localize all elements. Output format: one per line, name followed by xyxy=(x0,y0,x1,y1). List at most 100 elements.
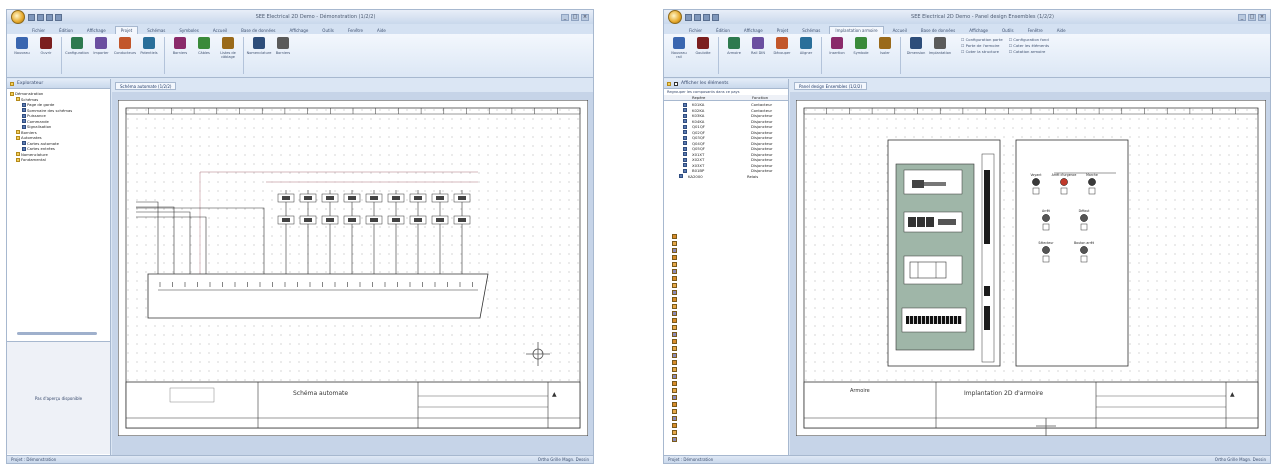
ribbon-option[interactable]: ☐ Porte de l'armoire xyxy=(961,43,1003,48)
ribbon-button[interactable]: Borniers xyxy=(272,37,294,74)
ribbon-tab[interactable]: Aide xyxy=(372,27,391,34)
component-type-icon[interactable] xyxy=(672,276,677,281)
ribbon-option[interactable]: ☐ Configuration fond xyxy=(1009,37,1051,42)
component-type-icon[interactable] xyxy=(672,346,677,351)
component-type-icon[interactable] xyxy=(672,374,677,379)
minimize-button[interactable]: _ xyxy=(1238,13,1246,21)
component-type-icon[interactable] xyxy=(672,332,677,337)
ribbon-button[interactable]: Configuration xyxy=(65,37,89,74)
document-tab[interactable]: Schéma automate (1/2/2) xyxy=(115,82,177,90)
component-type-icon[interactable] xyxy=(672,437,677,442)
component-type-icon[interactable] xyxy=(672,395,677,400)
ribbon-option[interactable]: ☐ Coter les éléments xyxy=(1009,43,1051,48)
document-tab[interactable]: Panel design Ensembles (1/2/2) xyxy=(794,82,868,90)
ribbon-button[interactable]: Insertion xyxy=(826,37,848,74)
ribbon-tab[interactable]: Outils xyxy=(997,27,1019,34)
ribbon-option[interactable]: ☐ Cotation armoire xyxy=(1009,49,1051,54)
drawing-canvas[interactable]: Voyant Arrêt d'urgence Marche Arrêt Défaut Sé… xyxy=(790,92,1270,456)
ribbon-option[interactable]: ☐ Configuration porte xyxy=(961,37,1003,42)
ribbon-button[interactable]: Aligner xyxy=(795,37,817,74)
qat-redo-icon[interactable] xyxy=(703,13,710,21)
ribbon-button[interactable]: Armoire xyxy=(723,37,745,74)
ribbon-tab[interactable]: Schémas xyxy=(142,27,170,34)
ribbon-tab[interactable]: Projet xyxy=(772,27,794,34)
app-menu-orb[interactable] xyxy=(11,10,25,24)
component-type-icon[interactable] xyxy=(672,430,677,435)
ribbon-tab[interactable]: Affichage xyxy=(82,27,111,34)
ribbon-option[interactable]: ☐ Coter la structure xyxy=(961,49,1003,54)
component-type-icon[interactable] xyxy=(672,367,677,372)
component-type-icon[interactable] xyxy=(672,318,677,323)
ribbon-tab[interactable]: Implantation armoire xyxy=(829,26,884,34)
component-type-icon[interactable] xyxy=(672,283,677,288)
list-header-function[interactable]: Fonction xyxy=(752,95,768,100)
ribbon-tab[interactable]: Aide xyxy=(1052,27,1071,34)
qat-save-icon[interactable] xyxy=(685,13,692,21)
component-type-icon[interactable] xyxy=(672,248,677,253)
ribbon-tab[interactable]: Accueil xyxy=(888,27,912,34)
component-type-icon[interactable] xyxy=(672,402,677,407)
ribbon-tab[interactable]: Fichier xyxy=(27,27,50,34)
ribbon-tab[interactable]: Projet xyxy=(114,26,139,34)
component-type-icon[interactable] xyxy=(672,269,677,274)
component-type-icon[interactable] xyxy=(672,360,677,365)
qat-undo-icon[interactable] xyxy=(37,13,44,21)
app-menu-orb[interactable] xyxy=(668,10,682,24)
ribbon-button[interactable]: Borniers xyxy=(169,37,191,74)
ribbon-button[interactable]: Nouveau xyxy=(11,37,33,74)
ribbon-tab[interactable]: Affichage xyxy=(285,27,314,34)
component-type-icon[interactable] xyxy=(672,255,677,260)
ribbon-tab[interactable]: Fichier xyxy=(684,27,707,34)
explorer-checkbox-icon[interactable] xyxy=(674,81,678,86)
list-row[interactable]: KA2000 Relais xyxy=(667,174,785,180)
component-type-icon[interactable] xyxy=(672,409,677,414)
component-type-icon[interactable] xyxy=(672,241,677,246)
ribbon-tab[interactable]: Fenêtre xyxy=(343,27,368,34)
component-type-icon[interactable] xyxy=(672,388,677,393)
ribbon-button[interactable]: Importer xyxy=(90,37,112,74)
component-type-icon[interactable] xyxy=(672,304,677,309)
ribbon-button[interactable]: Câbles xyxy=(193,37,215,74)
ribbon-tab[interactable]: Édition xyxy=(54,27,78,34)
component-type-icon[interactable] xyxy=(672,290,677,295)
component-type-icon[interactable] xyxy=(672,262,677,267)
drawing-canvas[interactable]: Schéma automate ▲ xyxy=(112,92,593,456)
qat-print-icon[interactable] xyxy=(712,13,719,21)
ribbon-button[interactable]: Ouvrir xyxy=(35,37,57,74)
ribbon-button[interactable]: Dimension xyxy=(905,37,927,74)
ribbon-button[interactable]: Goulotte xyxy=(692,37,714,74)
component-type-icon[interactable] xyxy=(672,311,677,316)
ribbon-tab[interactable]: Outils xyxy=(317,27,339,34)
ribbon-button[interactable]: Symbole xyxy=(850,37,872,74)
ribbon-tab[interactable]: Affichage xyxy=(739,27,768,34)
tree-scrollbar[interactable] xyxy=(17,332,97,335)
component-type-icon[interactable] xyxy=(672,416,677,421)
ribbon-tab[interactable]: Base de données xyxy=(916,27,960,34)
qat-save-icon[interactable] xyxy=(28,13,35,21)
component-type-icon[interactable] xyxy=(672,423,677,428)
maximize-button[interactable]: □ xyxy=(571,13,579,21)
ribbon-button[interactable]: Potentiels xyxy=(138,37,160,74)
component-type-icon[interactable] xyxy=(672,353,677,358)
ribbon-button[interactable]: Implantation xyxy=(929,37,951,74)
ribbon-tab[interactable]: Accueil xyxy=(208,27,232,34)
ribbon-button[interactable]: Isoler xyxy=(874,37,896,74)
close-button[interactable]: × xyxy=(581,13,589,21)
ribbon-button[interactable]: Listes de câblage xyxy=(217,37,239,74)
maximize-button[interactable]: □ xyxy=(1248,13,1256,21)
ribbon-tab[interactable]: Schémas xyxy=(797,27,825,34)
close-button[interactable]: × xyxy=(1258,13,1266,21)
ribbon-button[interactable]: Nomenclature xyxy=(247,37,271,74)
ribbon-tab[interactable]: Fenêtre xyxy=(1023,27,1048,34)
ribbon-button[interactable]: Découper xyxy=(771,37,793,74)
component-type-icon[interactable] xyxy=(672,339,677,344)
tree-item[interactable]: Fondamental xyxy=(10,157,107,163)
ribbon-button[interactable]: Nouveau rail xyxy=(668,37,690,74)
qat-redo-icon[interactable] xyxy=(46,13,53,21)
component-type-icon[interactable] xyxy=(672,234,677,239)
component-type-icon[interactable] xyxy=(672,381,677,386)
ribbon-tab[interactable]: Affichage xyxy=(964,27,993,34)
minimize-button[interactable]: _ xyxy=(561,13,569,21)
ribbon-button[interactable]: Conducteurs xyxy=(114,37,136,74)
ribbon-tab[interactable]: Édition xyxy=(711,27,735,34)
